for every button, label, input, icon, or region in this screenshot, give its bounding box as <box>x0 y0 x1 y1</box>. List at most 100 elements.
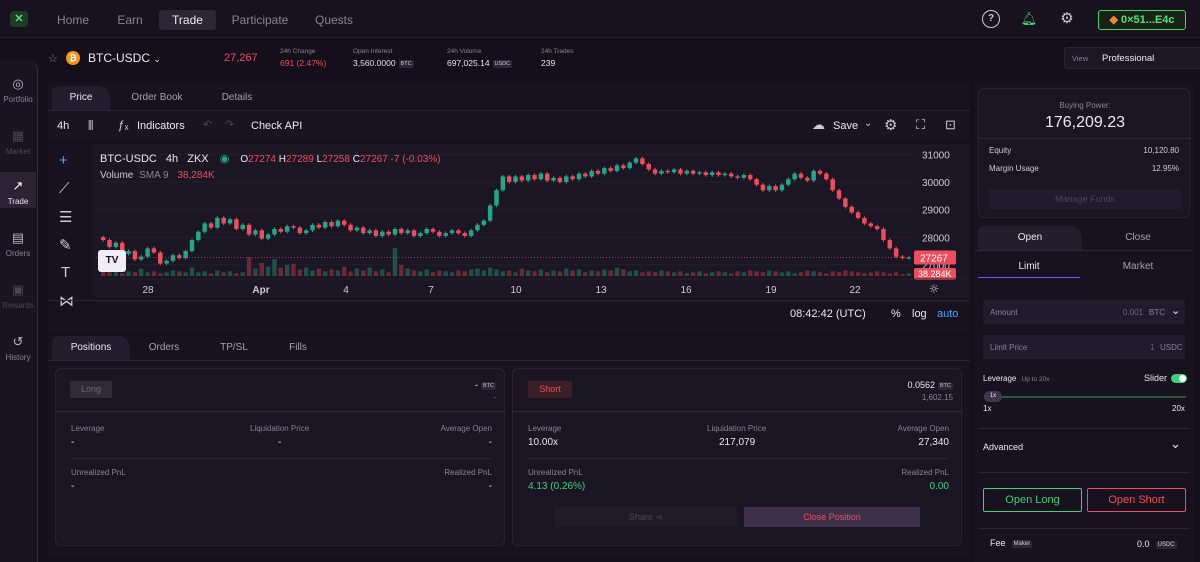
candle-body <box>113 242 119 247</box>
volume-bar <box>836 272 842 276</box>
candle-body <box>107 240 112 247</box>
crosshair-icon[interactable]: + <box>59 152 68 169</box>
sidebar-item-market[interactable]: ▦ Market <box>0 128 36 156</box>
volume-bar <box>513 272 518 276</box>
tab-price[interactable]: Price <box>52 86 110 110</box>
close-position-button[interactable]: Close Position <box>744 507 920 527</box>
open-long-button[interactable]: Open Long <box>983 488 1082 512</box>
log-scale-button[interactable]: log <box>912 308 927 320</box>
candle-body <box>342 220 347 225</box>
candle-body <box>741 175 747 178</box>
right-panel: Buying Power: 176,209.23 Equity 10,120.8… <box>974 82 1194 562</box>
candle-type-icon[interactable]: ⫴ <box>88 118 93 134</box>
volume-bar <box>697 271 702 276</box>
limit-price-unit: USDC <box>1160 343 1183 352</box>
check-api-button[interactable]: Check API <box>251 120 302 132</box>
volume-bar <box>158 273 163 276</box>
tab-fills[interactable]: Fills <box>272 336 324 360</box>
volume-bar <box>602 269 607 276</box>
candle-body <box>887 240 893 249</box>
brush-icon[interactable]: ✎ <box>59 236 72 254</box>
trendline-icon[interactable]: ⟋ <box>59 180 70 197</box>
amount-unit: BTC <box>1149 308 1165 317</box>
open-short-button[interactable]: Open Short <box>1087 488 1186 512</box>
nav-quests[interactable]: Quests <box>308 10 360 30</box>
sidebar-item-portfolio[interactable]: ◎ Portfolio <box>0 76 36 104</box>
nav-home[interactable]: Home <box>50 10 96 30</box>
candle-body <box>405 230 410 234</box>
zkx-logo[interactable]: ✕ <box>10 11 28 27</box>
limit-price-input[interactable]: Limit Price 1 USDC <box>983 335 1185 359</box>
candle-body <box>608 168 613 171</box>
pair-selector[interactable]: BTC-USDC ⌄ <box>88 51 161 65</box>
fib-icon[interactable]: ☰ <box>59 208 72 226</box>
help-icon[interactable]: ? <box>982 10 1000 28</box>
gear-icon[interactable]: ⚙ <box>1058 10 1076 28</box>
sidebar-item-rewards[interactable]: ▣ Rewards <box>0 282 36 310</box>
price-chart[interactable]: 27000280002900030000310002726738.284K28 A… <box>92 144 970 298</box>
tab-order-book[interactable]: Order Book <box>128 86 186 110</box>
redo-icon[interactable]: ↷ <box>225 118 234 131</box>
wallet-button[interactable]: ◆ 0×51...E4c <box>1098 10 1186 30</box>
percent-scale-button[interactable]: % <box>891 308 901 320</box>
interval-button[interactable]: 4h <box>57 120 69 132</box>
auto-scale-button[interactable]: auto <box>937 308 958 320</box>
sidebar-item-history[interactable]: ↺ History <box>0 334 36 362</box>
rpnl-label: Realized PnL <box>444 468 492 477</box>
pattern-icon[interactable]: ⋈ <box>59 292 74 310</box>
cloud-icon: ☁ <box>812 117 825 132</box>
text-tool-icon[interactable]: T <box>61 264 70 281</box>
tab-close[interactable]: Close <box>1086 226 1190 250</box>
candle-body <box>684 170 690 174</box>
liq-price-label: Liquidation Price <box>707 424 767 433</box>
top-nav: ✕ Home Earn Trade Participate Quests ? 🔔… <box>0 0 1200 38</box>
volume-bar <box>760 272 766 276</box>
tradingview-logo[interactable]: TV <box>98 250 126 272</box>
sidebar-label: Trade <box>7 197 29 206</box>
bell-icon[interactable]: 🔔︎ <box>1020 10 1038 28</box>
leverage-slider-handle[interactable]: 1x <box>984 391 1002 402</box>
fullscreen-icon[interactable]: ⛶ <box>916 117 925 133</box>
chevron-down-icon[interactable]: ⌄ <box>864 118 872 129</box>
candle-body <box>557 177 563 182</box>
tab-details[interactable]: Details <box>208 86 266 110</box>
nav-participate[interactable]: Participate <box>226 10 294 30</box>
advanced-toggle[interactable]: Advanced <box>983 442 1023 452</box>
buying-power-label: Buying Power: <box>1059 101 1111 110</box>
nav-trade[interactable]: Trade <box>159 10 216 30</box>
tab-positions[interactable]: Positions <box>52 336 130 360</box>
sidebar-item-orders[interactable]: ▤ Orders <box>0 230 36 258</box>
sidebar-item-trade[interactable]: ↗ Trade <box>0 172 36 208</box>
tab-orders[interactable]: Orders <box>138 336 190 360</box>
tab-market[interactable]: Market <box>1086 256 1190 278</box>
camera-icon[interactable]: ⊡ <box>945 117 956 133</box>
candle-body <box>278 228 284 232</box>
share-button[interactable]: Share ⋖ <box>555 507 737 527</box>
rpnl-label: Realized PnL <box>901 468 949 477</box>
save-button[interactable]: Save <box>833 120 858 132</box>
upnl-value: 4.13 (0.26%) <box>528 481 586 492</box>
candle-body <box>716 172 721 176</box>
tab-tpsl[interactable]: TP/SL <box>208 336 260 360</box>
candle-body <box>411 230 417 236</box>
tab-limit[interactable]: Limit <box>978 256 1080 278</box>
indicators-button[interactable]: Indicators <box>137 120 185 132</box>
settings-icon[interactable]: ⚙ <box>884 116 897 134</box>
star-icon[interactable]: ☆ <box>48 52 58 65</box>
volume-bar <box>614 267 620 276</box>
chevron-down-icon[interactable]: ⌄ <box>1170 436 1181 452</box>
nav-earn[interactable]: Earn <box>108 10 152 30</box>
candle-body <box>767 186 772 191</box>
slider-toggle[interactable] <box>1171 374 1187 383</box>
tab-open[interactable]: Open <box>978 226 1082 250</box>
volume-bar <box>443 271 448 276</box>
amount-input[interactable]: Amount 0.001 BTC ⌄ <box>983 300 1185 324</box>
candle-body <box>386 231 391 235</box>
view-selector[interactable]: View Professional ⌄ <box>1064 47 1200 69</box>
candle-body <box>525 175 531 181</box>
user-circle-icon: ◎ <box>12 76 24 91</box>
chevron-down-icon[interactable]: ⌄ <box>1171 304 1180 317</box>
undo-icon[interactable]: ↶ <box>203 118 212 131</box>
candle-body <box>418 233 423 236</box>
manage-funds-button[interactable]: Manage Funds <box>989 189 1181 209</box>
